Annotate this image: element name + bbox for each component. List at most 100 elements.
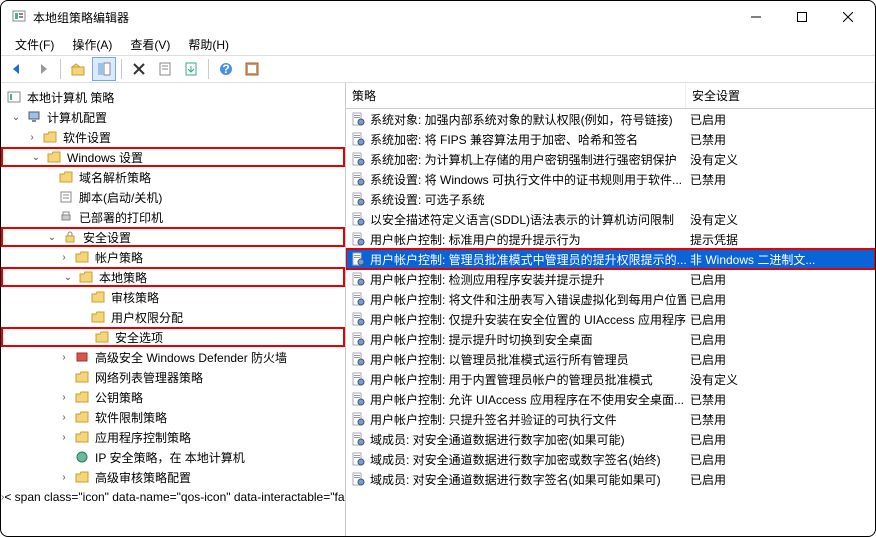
expand-icon[interactable]: › [57, 350, 71, 364]
folder-icon [74, 429, 90, 445]
policy-row[interactable]: 以安全描述符定义语言(SDDL)语法表示的计算机访问限制没有定义 [346, 209, 875, 229]
tree-pane: 本地计算机 策略 ⌄计算机配置 ›软件设置 ⌄Windows 设置 域名解析策略… [1, 83, 346, 536]
tree-ipsec[interactable]: IP 安全策略，在 本地计算机 [1, 447, 345, 467]
tree-root[interactable]: 本地计算机 策略 [1, 87, 345, 107]
policy-row[interactable]: 用户帐户控制: 只提升签名并验证的可执行文件已禁用 [346, 409, 875, 429]
expand-icon[interactable]: › [57, 430, 71, 444]
menu-action[interactable]: 操作(A) [64, 34, 120, 55]
tree-network-list[interactable]: 网络列表管理器策略 [1, 367, 345, 387]
expand-icon[interactable]: › [57, 470, 71, 484]
list-pane: 策略 安全设置 系统对象: 加强内部系统对象的默认权限(例如，符号链接)已启用系… [346, 83, 875, 536]
tree-security-settings[interactable]: ⌄安全设置 [1, 227, 345, 247]
tree-account-policies[interactable]: ›帐户策略 [1, 247, 345, 267]
tree-computer-config[interactable]: ⌄计算机配置 [1, 107, 345, 127]
expand-icon[interactable]: › [57, 250, 71, 264]
back-button[interactable] [5, 57, 29, 81]
policy-row[interactable]: 用户帐户控制: 以管理员批准模式运行所有管理员已启用 [346, 349, 875, 369]
folder-icon [74, 369, 90, 385]
policy-name: 系统设置: 可选子系统 [370, 191, 485, 208]
properties-button[interactable] [153, 57, 177, 81]
printer-icon [58, 209, 74, 225]
export-button[interactable] [179, 57, 203, 81]
tree-scripts[interactable]: 脚本(启动/关机) [1, 187, 345, 207]
policy-row[interactable]: 系统设置: 将 Windows 可执行文件中的证书规则用于软件...已禁用 [346, 169, 875, 189]
policy-row[interactable]: 用户帐户控制: 仅提升安装在安全位置的 UIAccess 应用程序已启用 [346, 309, 875, 329]
tree-windows-settings[interactable]: ⌄Windows 设置 [1, 147, 345, 167]
column-policy[interactable]: 策略 [346, 83, 686, 108]
collapse-icon[interactable]: ⌄ [61, 270, 75, 284]
policy-row[interactable]: 用户帐户控制: 标准用户的提升提示行为提示凭据 [346, 229, 875, 249]
policy-setting: 没有定义 [686, 151, 875, 168]
policy-row[interactable]: 用户帐户控制: 管理员批准模式中管理员的提升权限提示的...非 Windows … [346, 249, 875, 269]
menu-file[interactable]: 文件(F) [7, 34, 62, 55]
policy-item-icon [350, 211, 366, 227]
show-hide-tree-button[interactable] [92, 57, 116, 81]
close-button[interactable] [825, 1, 871, 33]
tree-name-resolution[interactable]: 域名解析策略 [1, 167, 345, 187]
policy-setting: 非 Windows 二进制文... [686, 251, 875, 268]
policy-item-icon [350, 391, 366, 407]
folder-lock-icon [94, 329, 110, 345]
policy-setting: 已启用 [686, 451, 875, 468]
expand-icon[interactable]: › [57, 410, 71, 424]
help-button[interactable]: ? [214, 57, 238, 81]
script-icon [58, 189, 74, 205]
policy-row[interactable]: 用户帐户控制: 将文件和注册表写入错误虚拟化到每用户位置已启用 [346, 289, 875, 309]
menu-view[interactable]: 查看(V) [122, 34, 178, 55]
policy-row[interactable]: 域成员: 对安全通道数据进行数字加密(如果可能)已启用 [346, 429, 875, 449]
tree-user-rights[interactable]: 用户权限分配 [1, 307, 345, 327]
policy-row[interactable]: 用户帐户控制: 用于内置管理员帐户的管理员批准模式没有定义 [346, 369, 875, 389]
refresh-button[interactable] [240, 57, 264, 81]
collapse-icon[interactable]: ⌄ [29, 150, 43, 164]
tree-security-options[interactable]: 安全选项 [1, 327, 345, 347]
maximize-button[interactable] [779, 1, 825, 33]
tree-software-settings[interactable]: ›软件设置 [1, 127, 345, 147]
expand-icon[interactable]: › [57, 390, 71, 404]
tree-audit-policy[interactable]: 审核策略 [1, 287, 345, 307]
policy-setting: 已启用 [686, 271, 875, 288]
up-button[interactable] [66, 57, 90, 81]
policy-item-icon [350, 291, 366, 307]
toolbar: ? [1, 55, 875, 83]
expand-icon[interactable]: › [25, 130, 39, 144]
policy-row[interactable]: 域成员: 对安全通道数据进行数字加密或数字签名(始终)已启用 [346, 449, 875, 469]
policy-row[interactable]: 系统加密: 将 FIPS 兼容算法用于加密、哈希和签名 已禁用 [346, 129, 875, 149]
policy-setting: 提示凭据 [686, 231, 875, 248]
expand-icon[interactable]: › [1, 490, 4, 504]
policy-row[interactable]: 系统设置: 可选子系统 [346, 189, 875, 209]
policy-name: 系统设置: 将 Windows 可执行文件中的证书规则用于软件... [370, 171, 682, 188]
tree-public-key[interactable]: ›公钥策略 [1, 387, 345, 407]
lock-icon [62, 229, 78, 245]
policy-row[interactable]: 用户帐户控制: 提示提升时切换到安全桌面已启用 [346, 329, 875, 349]
policy-setting: 没有定义 [686, 211, 875, 228]
policy-setting: 已禁用 [686, 391, 875, 408]
collapse-icon[interactable]: ⌄ [9, 110, 23, 124]
policy-name: 系统加密: 将 FIPS 兼容算法用于加密、哈希和签名 [370, 131, 638, 148]
folder-lock-icon [78, 269, 94, 285]
policy-setting: 已启用 [686, 331, 875, 348]
policy-row[interactable]: 系统加密: 为计算机上存储的用户密钥强制进行强密钥保护没有定义 [346, 149, 875, 169]
policy-row[interactable]: 用户帐户控制: 允许 UIAccess 应用程序在不使用安全桌面...已禁用 [346, 389, 875, 409]
policy-row[interactable]: 系统对象: 加强内部系统对象的默认权限(例如，符号链接)已启用 [346, 109, 875, 129]
delete-button[interactable] [127, 57, 151, 81]
policy-name: 系统加密: 为计算机上存储的用户密钥强制进行强密钥保护 [370, 151, 677, 168]
policy-setting: 已禁用 [686, 131, 875, 148]
tree-local-policies[interactable]: ⌄本地策略 [1, 267, 345, 287]
ipsec-icon [74, 449, 90, 465]
menu-help[interactable]: 帮助(H) [180, 34, 237, 55]
tree-advanced-audit[interactable]: ›高级审核策略配置 [1, 467, 345, 487]
computer-icon [26, 109, 42, 125]
collapse-icon[interactable]: ⌄ [45, 230, 59, 244]
tree-qos[interactable]: ›< span class="icon" data-name="qos-icon… [1, 487, 345, 507]
toolbar-separator [121, 59, 122, 79]
column-setting[interactable]: 安全设置 [686, 83, 875, 108]
policy-row[interactable]: 用户帐户控制: 检测应用程序安装并提示提升已启用 [346, 269, 875, 289]
tree-defender-firewall[interactable]: ›高级安全 Windows Defender 防火墙 [1, 347, 345, 367]
tree-deployed-printers[interactable]: 已部署的打印机 [1, 207, 345, 227]
tree-app-control[interactable]: ›应用程序控制策略 [1, 427, 345, 447]
minimize-button[interactable] [733, 1, 779, 33]
forward-button[interactable] [31, 57, 55, 81]
policy-name: 用户帐户控制: 只提升签名并验证的可执行文件 [370, 411, 617, 428]
policy-row[interactable]: 域成员: 对安全通道数据进行数字签名(如果可能如果可)已启用 [346, 469, 875, 489]
tree-software-restriction[interactable]: ›软件限制策略 [1, 407, 345, 427]
